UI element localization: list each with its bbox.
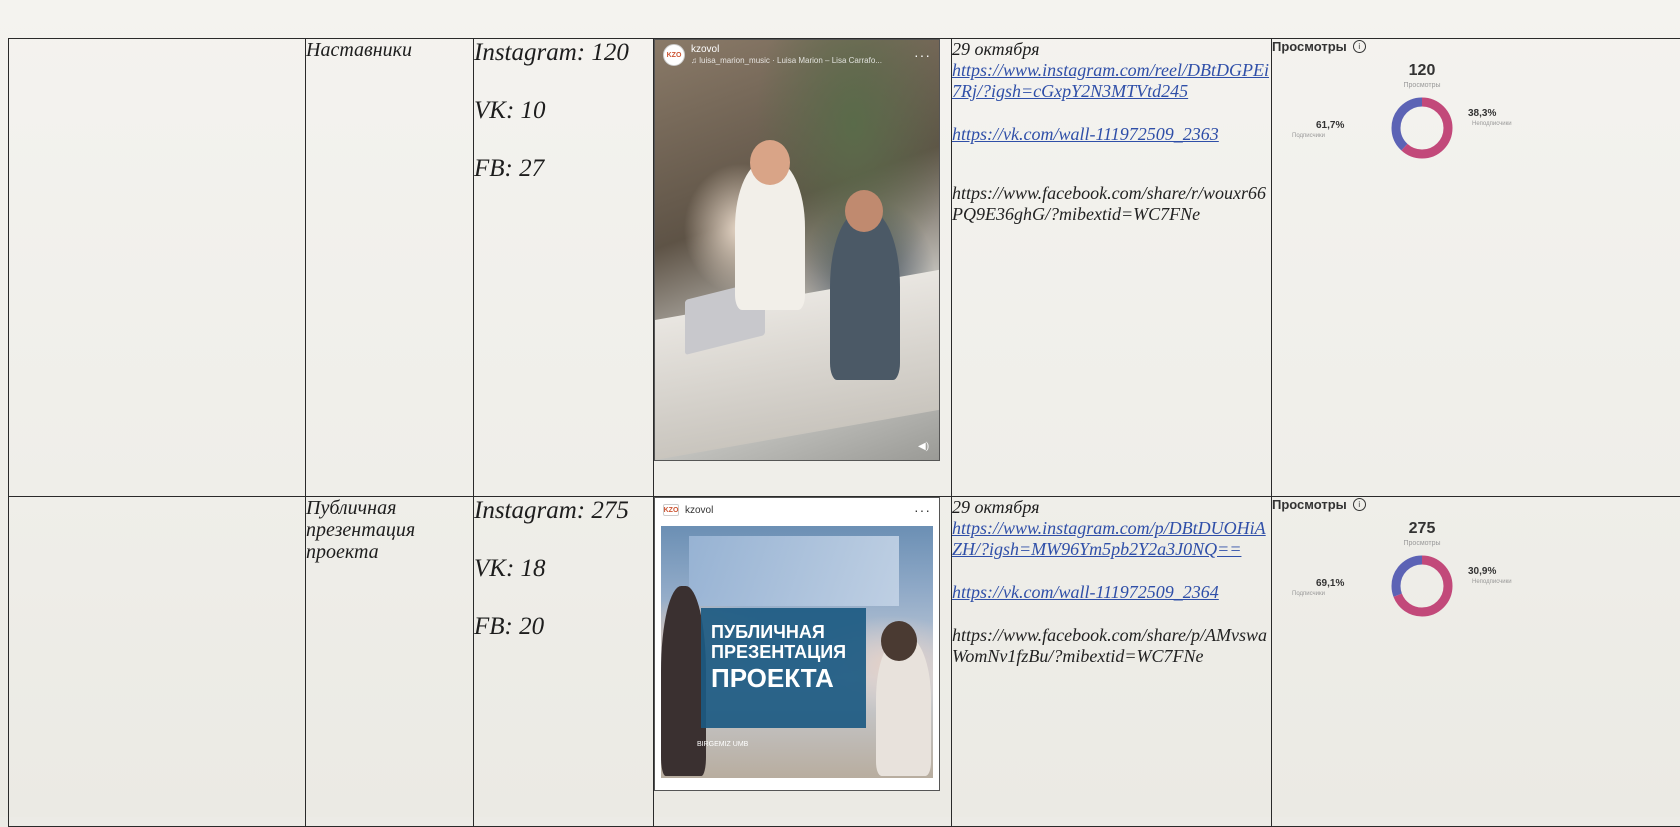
views-total-label: Просмотры [1382, 540, 1462, 547]
kzovol-logo-icon: KZO [663, 44, 685, 66]
stats-cell: Instagram: 120 VK: 10 FB: 27 [474, 39, 654, 497]
table-row: Наставники Instagram: 120 VK: 10 FB: 27 … [9, 39, 1680, 497]
banner-line-1: ПУБЛИЧНАЯ [711, 622, 858, 642]
publish-date: 29 октября [952, 39, 1271, 60]
views-title: Просмотры i [1272, 39, 1680, 54]
instagram-count: Instagram: 120 [474, 39, 653, 97]
links-cell: 29 октября https://www.instagram.com/ree… [952, 39, 1272, 497]
followers-percent: 61,7% [1316, 120, 1344, 131]
nonfollowers-percent: 38,3% [1468, 108, 1496, 119]
views-total-label: Просмотры [1382, 82, 1462, 89]
facebook-link-text: https://www.facebook.com/share/r/wouxr66… [952, 183, 1271, 225]
views-title: Просмотры i [1272, 497, 1680, 512]
instagram-post-screenshot: KZO kzovol ··· ПУБЛИЧНАЯ ПРЕЗЕНТАЦИЯ ПРО… [654, 497, 940, 791]
more-icon: ··· [914, 47, 931, 63]
scanned-page: Наставники Instagram: 120 VK: 10 FB: 27 … [0, 0, 1680, 817]
nonfollowers-percent: 30,9% [1468, 566, 1496, 577]
post-header: KZO kzovol ··· [655, 498, 939, 522]
followers-label: Подписчики [1292, 133, 1325, 139]
nonfollowers-label: Неподписчики [1472, 121, 1512, 127]
empty-cell [9, 497, 306, 827]
followers-label: Подписчики [1292, 591, 1325, 597]
followers-percent: 69,1% [1316, 578, 1344, 589]
report-table: Наставники Instagram: 120 VK: 10 FB: 27 … [8, 38, 1680, 827]
fb-count: FB: 20 [474, 613, 653, 671]
presentation-photo: ПУБЛИЧНАЯ ПРЕЗЕНТАЦИЯ ПРОЕКТА BIRGEMIZ U… [661, 526, 933, 778]
more-icon: ··· [914, 502, 931, 518]
info-icon: i [1353, 498, 1366, 511]
mentoring-photo [655, 40, 939, 460]
vk-count: VK: 18 [474, 555, 653, 613]
fb-count: FB: 27 [474, 155, 653, 213]
views-stats-cell: Просмотры i 275 Просмотры 69,1% Подписчи… [1272, 497, 1680, 827]
banner-line-2: ПРЕЗЕНТАЦИЯ [711, 642, 858, 662]
donut-ring [1390, 96, 1454, 160]
table-row: Публичная презентация проекта Instagram:… [9, 497, 1680, 827]
views-title-label: Просмотры [1272, 497, 1347, 512]
stats-cell: Instagram: 275 VK: 18 FB: 20 [474, 497, 654, 827]
views-title-label: Просмотры [1272, 39, 1347, 54]
views-stats-cell: Просмотры i 120 Просмотры 61,7% Подписчи… [1272, 39, 1680, 497]
nonfollowers-label: Неподписчики [1472, 579, 1512, 585]
banner-line-3: ПРОЕКТА [711, 662, 858, 694]
post-thumbnail-cell: KZO kzovol ··· ПУБЛИЧНАЯ ПРЕЗЕНТАЦИЯ ПРО… [654, 497, 952, 827]
instagram-reel-screenshot: KZO kzovol ♫ luisa_marion_music · Luisa … [654, 39, 940, 461]
kzovol-logo-icon: KZO [663, 504, 679, 516]
views-donut-chart: 120 Просмотры 61,7% Подписчики 38,3% Неп… [1272, 54, 1552, 174]
views-total: 120 [1392, 62, 1452, 80]
post-thumbnail-cell: KZO kzovol ♫ luisa_marion_music · Luisa … [654, 39, 952, 497]
brand-text: BIRGEMIZ UMB [697, 741, 748, 748]
volume-icon: ◀) [918, 441, 929, 452]
instagram-link[interactable]: https://www.instagram.com/reel/DBtDGPEi7… [952, 60, 1269, 101]
donut-ring [1390, 554, 1454, 618]
vk-link[interactable]: https://vk.com/wall-111972509_2364 [952, 582, 1219, 602]
views-total: 275 [1392, 520, 1452, 538]
info-icon: i [1353, 40, 1366, 53]
post-account: kzovol [691, 44, 719, 55]
vk-count: VK: 10 [474, 97, 653, 155]
instagram-link[interactable]: https://www.instagram.com/p/DBtDUOHiAZH/… [952, 518, 1266, 559]
facebook-link-text: https://www.facebook.com/share/p/AMvswaW… [952, 625, 1271, 667]
links-cell: 29 октября https://www.instagram.com/p/D… [952, 497, 1272, 827]
views-donut-chart: 275 Просмотры 69,1% Подписчики 30,9% Неп… [1272, 512, 1552, 632]
post-header: KZO kzovol ♫ luisa_marion_music · Luisa … [655, 40, 939, 70]
post-account: kzovol [685, 505, 713, 516]
vk-link[interactable]: https://vk.com/wall-111972509_2363 [952, 124, 1219, 144]
topic-cell: Наставники [306, 39, 474, 497]
empty-cell [9, 39, 306, 497]
instagram-count: Instagram: 275 [474, 497, 653, 555]
publish-date: 29 октября [952, 497, 1271, 518]
topic-cell: Публичная презентация проекта [306, 497, 474, 827]
presentation-banner: ПУБЛИЧНАЯ ПРЕЗЕНТАЦИЯ ПРОЕКТА [701, 608, 866, 728]
post-caption: ♫ luisa_marion_music · Luisa Marion – Li… [691, 56, 882, 65]
